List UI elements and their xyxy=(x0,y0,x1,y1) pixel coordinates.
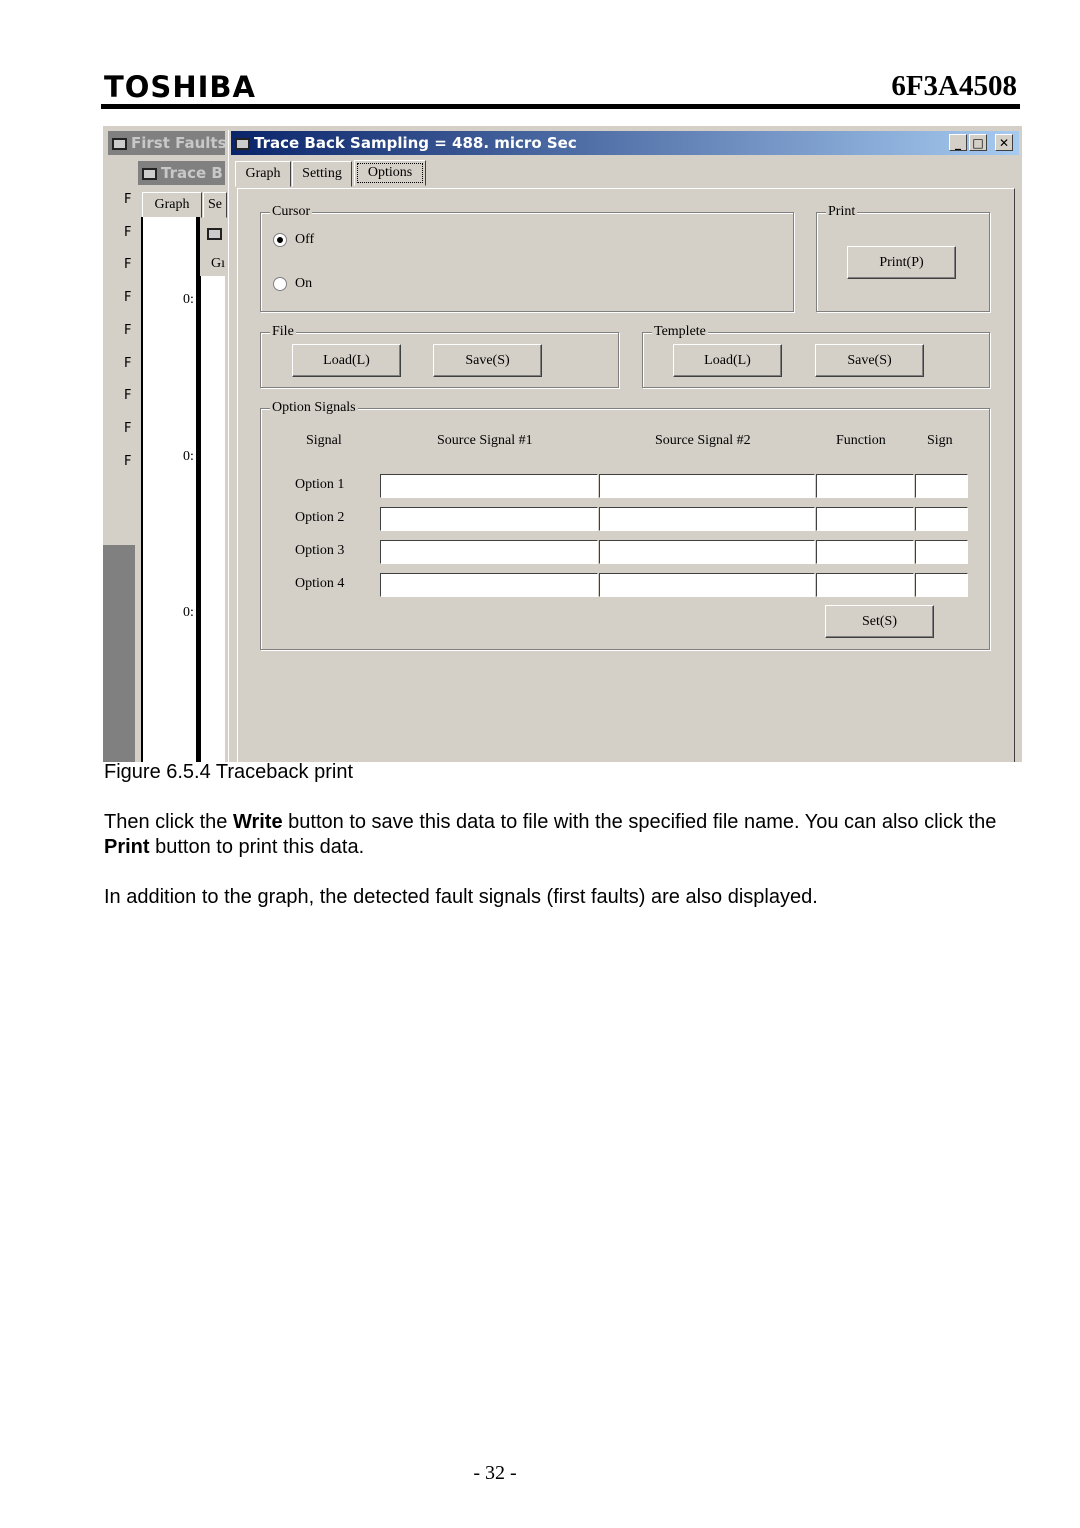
sign-input[interactable] xyxy=(915,573,968,597)
source2-input[interactable] xyxy=(599,474,815,498)
function-input[interactable] xyxy=(816,507,914,531)
options-panel: Cursor Off On Print Print(P) File Load(L… xyxy=(237,188,1015,762)
window-title: Trace Back Sampling = 488. micro Sec xyxy=(254,134,577,152)
axis-label: 0: xyxy=(183,292,194,307)
computer-icon xyxy=(142,167,157,180)
option-signals-group: Option Signals Signal Source Signal #1 S… xyxy=(260,400,990,650)
back-tab-graph[interactable]: Graph xyxy=(142,192,202,218)
sign-input[interactable] xyxy=(915,540,968,564)
fault-label: F xyxy=(124,224,132,240)
document-number: 6F3A4508 xyxy=(891,70,1017,102)
source1-input[interactable] xyxy=(380,507,598,531)
tab-graph[interactable]: Graph xyxy=(235,161,291,187)
text: button to print this data. xyxy=(149,836,365,858)
computer-icon xyxy=(112,137,127,150)
radio-label: Off xyxy=(295,232,315,247)
print-group: Print Print(P) xyxy=(816,204,990,312)
column-header: Source Signal #1 xyxy=(437,433,533,448)
cursor-label: Cursor xyxy=(270,204,313,220)
template-label: Templete xyxy=(652,324,708,340)
function-input[interactable] xyxy=(816,474,914,498)
minimize-button[interactable]: _ xyxy=(949,134,967,151)
write-keyword: Write xyxy=(232,811,283,833)
document-page: TOSHIBA 6F3A4508 First Faults Trace B Gr… xyxy=(0,0,1080,1528)
fault-label: F xyxy=(124,355,132,371)
radio-unchecked-icon xyxy=(273,276,287,291)
figure-caption: Figure 6.5.4 Traceback print xyxy=(104,761,354,783)
source1-input[interactable] xyxy=(380,573,598,597)
window-titlebar[interactable]: Trace Back Sampling = 488. micro Sec _ □… xyxy=(231,131,1019,155)
tab-setting[interactable]: Setting xyxy=(292,161,352,187)
cursor-off-radio[interactable]: Off xyxy=(273,232,314,248)
template-group: Templete Load(L) Save(S) xyxy=(642,324,990,388)
fault-label: F xyxy=(124,322,132,338)
fault-label: F xyxy=(124,420,132,436)
window-title: First Faults xyxy=(131,134,225,152)
maximize-button[interactable]: □ xyxy=(969,134,987,151)
function-input[interactable] xyxy=(816,573,914,597)
column-header: Sign xyxy=(927,433,953,448)
dark-area xyxy=(103,545,135,762)
fault-label: F xyxy=(124,192,132,207)
option-label: Option 1 xyxy=(295,477,345,492)
graph-area-2 xyxy=(200,276,225,762)
radio-label: On xyxy=(295,276,313,291)
file-save-button[interactable]: Save(S) xyxy=(433,344,542,377)
option-label: Option 2 xyxy=(295,510,345,525)
sign-input[interactable] xyxy=(915,507,968,531)
computer-icon xyxy=(207,228,222,240)
back-tab-setting[interactable]: Se xyxy=(203,192,227,218)
column-header: Signal xyxy=(306,433,342,448)
close-button[interactable]: ✕ xyxy=(995,134,1013,151)
source1-input[interactable] xyxy=(380,540,598,564)
source2-input[interactable] xyxy=(599,507,815,531)
option-signals-label: Option Signals xyxy=(270,400,358,416)
sign-input[interactable] xyxy=(915,474,968,498)
cursor-on-radio[interactable]: On xyxy=(273,276,312,292)
first-faults-titlebar[interactable]: First Faults xyxy=(108,131,225,155)
trace-back-window: Trace Back Sampling = 488. micro Sec _ □… xyxy=(228,130,1022,762)
fault-label: F xyxy=(124,453,132,469)
source2-input[interactable] xyxy=(599,573,815,597)
print-keyword: Print xyxy=(104,836,150,858)
set-button[interactable]: Set(S) xyxy=(825,605,934,638)
file-label: File xyxy=(270,324,296,340)
page-number: - 32 - xyxy=(473,1462,517,1484)
screenshot: First Faults Trace B Graph Se FFFFFFFFF … xyxy=(103,124,1022,762)
column-header: Source Signal #2 xyxy=(655,433,751,448)
option-label: Option 4 xyxy=(295,576,345,591)
radio-checked-icon xyxy=(273,232,287,247)
template-save-button[interactable]: Save(S) xyxy=(815,344,924,377)
print-button[interactable]: Print(P) xyxy=(847,246,956,279)
fault-label: F xyxy=(124,257,132,273)
paragraph-2: In addition to the graph, the detected f… xyxy=(104,886,818,908)
source1-input[interactable] xyxy=(380,474,598,498)
axis-label: 0: xyxy=(183,449,194,464)
header-rule xyxy=(101,104,1020,109)
template-load-button[interactable]: Load(L) xyxy=(673,344,782,377)
cursor-group: Cursor Off On xyxy=(260,204,794,312)
option-label: Option 3 xyxy=(295,543,345,558)
tab-options[interactable]: Options xyxy=(354,160,426,186)
fault-label: F xyxy=(124,290,132,306)
trace-back-titlebar[interactable]: Trace B xyxy=(138,161,225,185)
source2-input[interactable] xyxy=(599,540,815,564)
paragraph-1: Then click the Write button to save this… xyxy=(104,810,1024,860)
text: Then click the xyxy=(104,811,233,833)
computer-icon xyxy=(235,137,250,150)
back-inner-tab[interactable]: Gı xyxy=(211,256,225,272)
file-load-button[interactable]: Load(L) xyxy=(292,344,401,377)
function-input[interactable] xyxy=(816,540,914,564)
axis-label: 0: xyxy=(183,605,194,620)
column-header: Function xyxy=(836,433,886,448)
window-title: Trace B xyxy=(161,164,223,182)
text: button to save this data to file with th… xyxy=(282,811,997,833)
file-group: File Load(L) Save(S) xyxy=(260,324,619,388)
fault-label: F xyxy=(124,388,132,404)
toshiba-logo: TOSHIBA xyxy=(104,70,256,104)
print-label: Print xyxy=(826,204,858,220)
